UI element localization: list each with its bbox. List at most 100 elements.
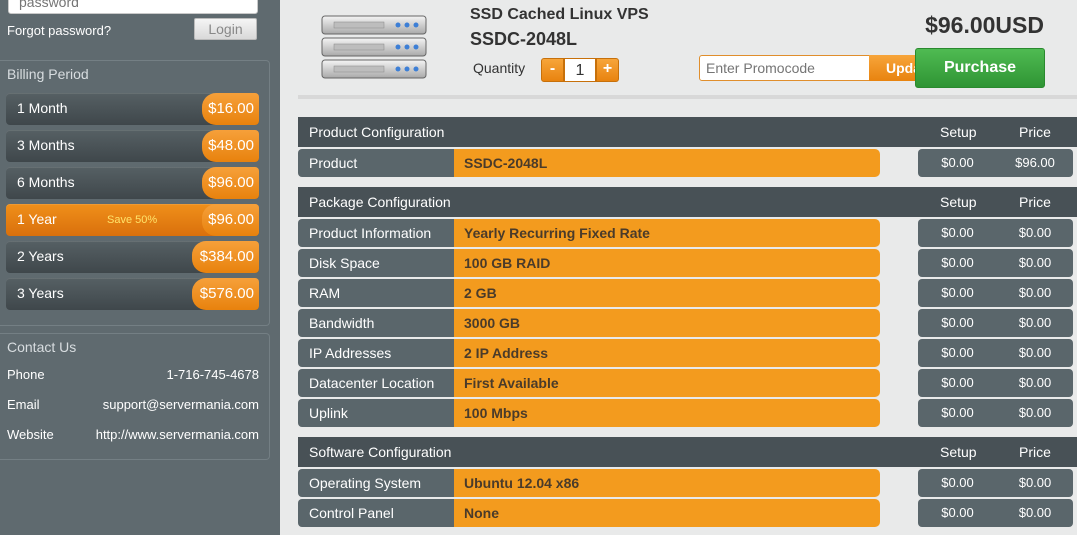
config-row-value: 100 Mbps <box>454 399 880 427</box>
billing-option-2-years[interactable]: 2 Years $384.00 <box>6 241 259 273</box>
config-row-cost: $0.00 $0.00 <box>918 309 1073 337</box>
billing-option-label: 3 Months <box>17 137 75 153</box>
contact-label: Phone <box>7 367 45 382</box>
contact-email-row: Email support@servermania.com <box>7 397 259 412</box>
price-column-header: Price <box>1019 444 1051 460</box>
quantity-decrease-button[interactable]: - <box>541 58 564 82</box>
sidebar: Forgot password? Login Billing Period 1 … <box>0 0 280 535</box>
config-row-label: IP Addresses <box>298 339 454 367</box>
price-value: $0.00 <box>1018 475 1052 490</box>
billing-option-3-years[interactable]: 3 Years $576.00 <box>6 278 259 310</box>
price-value: $0.00 <box>1018 375 1052 390</box>
section-title: Software Configuration <box>309 444 452 460</box>
billing-option-label: 6 Months <box>17 174 75 190</box>
billing-option-1-year[interactable]: 1 Year Save 50% $96.00 <box>6 204 259 236</box>
password-input[interactable] <box>8 0 258 14</box>
setup-column-header: Setup <box>940 124 977 140</box>
config-row-label: Bandwidth <box>298 309 454 337</box>
setup-value: $0.00 <box>941 315 974 330</box>
header-divider <box>298 95 1077 99</box>
login-button[interactable]: Login <box>194 18 257 40</box>
quantity-increase-button[interactable]: + <box>596 58 619 82</box>
config-row-label: RAM <box>298 279 454 307</box>
section-title: Product Configuration <box>309 124 445 140</box>
price-value: $96.00 <box>1015 155 1055 170</box>
config-row-label: Uplink <box>298 399 454 427</box>
config-row-value: Ubuntu 12.04 x86 <box>454 469 880 497</box>
config-row-value: None <box>454 499 880 527</box>
section-header-product-configuration: Product Configuration Setup Price <box>298 117 1077 147</box>
config-row-value: 100 GB RAID <box>454 249 880 277</box>
setup-value: $0.00 <box>941 405 974 420</box>
forgot-password-link[interactable]: Forgot password? <box>7 23 111 38</box>
config-row-label: Operating System <box>298 469 454 497</box>
config-row-value: First Available <box>454 369 880 397</box>
config-row-value: 2 GB <box>454 279 880 307</box>
section-header-software-configuration: Software Configuration Setup Price <box>298 437 1077 467</box>
price-value: $0.00 <box>1018 315 1052 330</box>
config-row-label: Control Panel <box>298 499 454 527</box>
price-value: $0.00 <box>1018 225 1052 240</box>
billing-option-label: 1 Month <box>17 100 68 116</box>
billing-option-price: $96.00 <box>202 204 259 236</box>
contact-phone-row: Phone 1-716-745-4678 <box>7 367 259 382</box>
billing-period-title: Billing Period <box>7 66 89 82</box>
billing-option-6-months[interactable]: 6 Months $96.00 <box>6 167 259 199</box>
setup-value: $0.00 <box>941 225 974 240</box>
billing-option-price: $16.00 <box>202 93 259 125</box>
config-row-value: SSDC-2048L <box>454 149 880 177</box>
config-row-value: Yearly Recurring Fixed Rate <box>454 219 880 247</box>
contact-website-link[interactable]: http://www.servermania.com <box>96 427 259 442</box>
setup-value: $0.00 <box>941 475 974 490</box>
setup-value: $0.00 <box>941 155 974 170</box>
billing-option-label: 2 Years <box>17 248 64 264</box>
contact-label: Email <box>7 397 40 412</box>
config-row-cost: $0.00 $96.00 <box>918 149 1073 177</box>
save-badge: Save 50% <box>107 214 158 226</box>
config-row-cost: $0.00 $0.00 <box>918 339 1073 367</box>
total-price: $96.00USD <box>925 12 1044 38</box>
quantity-input[interactable]: 1 <box>564 58 596 82</box>
contact-title: Contact Us <box>7 339 77 355</box>
setup-column-header: Setup <box>940 194 977 210</box>
contact-email-link[interactable]: support@servermania.com <box>103 397 259 412</box>
price-column-header: Price <box>1019 194 1051 210</box>
price-value: $0.00 <box>1018 255 1052 270</box>
product-name: SSDC-2048L <box>470 29 578 49</box>
price-value: $0.00 <box>1018 285 1052 300</box>
config-row-label: Product <box>298 149 454 177</box>
config-row-value: 3000 GB <box>454 309 880 337</box>
config-row-cost: $0.00 $0.00 <box>918 469 1073 497</box>
config-row-cost: $0.00 $0.00 <box>918 499 1073 527</box>
config-row-cost: $0.00 $0.00 <box>918 279 1073 307</box>
contact-label: Website <box>7 427 54 442</box>
config-row-cost: $0.00 $0.00 <box>918 399 1073 427</box>
config-row-cost: $0.00 $0.00 <box>918 249 1073 277</box>
quantity-label: Quantity <box>473 60 526 76</box>
config-row-label: Datacenter Location <box>298 369 454 397</box>
billing-period-panel: Billing Period 1 Month $16.00 3 Months $… <box>0 60 270 326</box>
section-title: Package Configuration <box>309 194 451 210</box>
config-row-value: 2 IP Address <box>454 339 880 367</box>
billing-option-label: 3 Years <box>17 285 64 301</box>
price-value: $0.00 <box>1018 345 1052 360</box>
billing-option-label: 1 Year <box>17 211 57 227</box>
server-icon <box>321 15 427 79</box>
contact-phone-value: 1-716-745-4678 <box>166 367 259 382</box>
setup-value: $0.00 <box>941 255 974 270</box>
contact-panel: Contact Us Phone 1-716-745-4678 Email su… <box>0 333 270 460</box>
contact-website-row: Website http://www.servermania.com <box>7 427 259 442</box>
config-row-cost: $0.00 $0.00 <box>918 219 1073 247</box>
promocode-input[interactable] <box>699 55 870 81</box>
billing-option-3-months[interactable]: 3 Months $48.00 <box>6 130 259 162</box>
config-row-label: Product Information <box>298 219 454 247</box>
setup-value: $0.00 <box>941 285 974 300</box>
product-type: SSD Cached Linux VPS <box>470 6 649 23</box>
billing-option-1-month[interactable]: 1 Month $16.00 <box>6 93 259 125</box>
config-row-cost: $0.00 $0.00 <box>918 369 1073 397</box>
setup-value: $0.00 <box>941 375 974 390</box>
purchase-button[interactable]: Purchase <box>915 48 1045 88</box>
billing-option-price: $48.00 <box>202 130 259 162</box>
billing-option-price: $576.00 <box>192 278 259 310</box>
config-row-label: Disk Space <box>298 249 454 277</box>
